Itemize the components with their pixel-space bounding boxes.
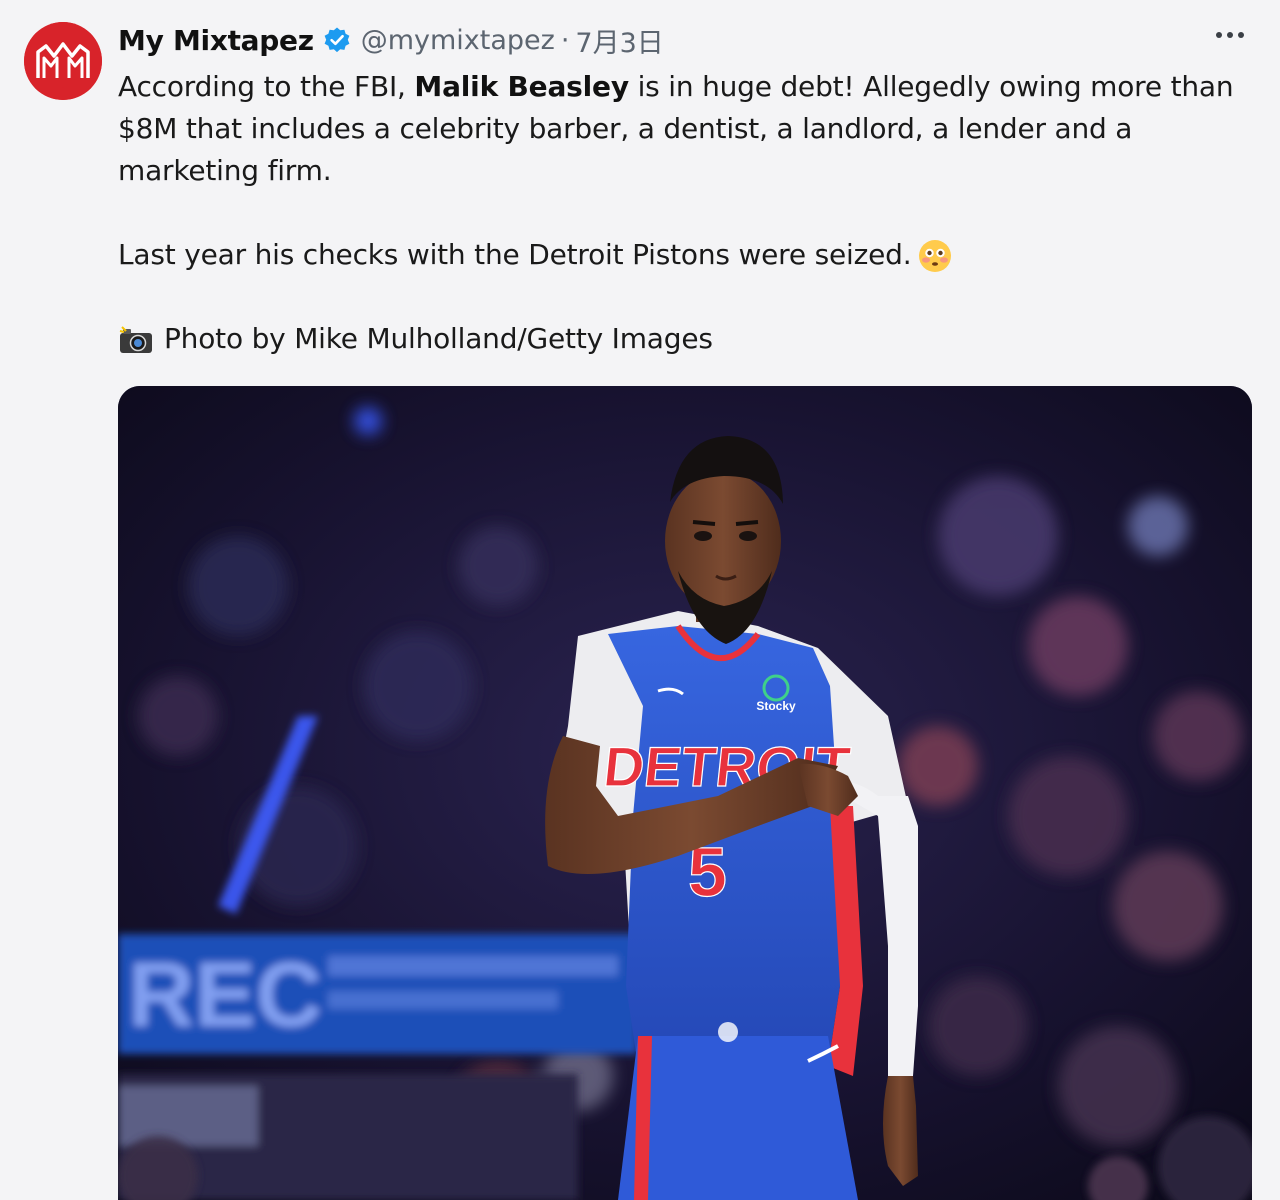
author-avatar[interactable]: MM — [24, 22, 102, 100]
dot — [1227, 32, 1233, 38]
text-segment: Last year his checks with the Detroit Pi… — [118, 238, 912, 271]
jersey-patch-text: Stocky — [756, 699, 796, 713]
flushed-face-emoji — [919, 240, 952, 272]
dot — [1238, 32, 1244, 38]
author-display-name[interactable]: My Mixtapez — [118, 24, 314, 57]
tweet-photo[interactable]: REC Stocky DETROIT 5 — [118, 386, 1252, 1200]
author-handle[interactable]: @mymixtapez — [361, 25, 555, 56]
dot — [1216, 32, 1222, 38]
player-photo-illustration: REC Stocky DETROIT 5 — [118, 386, 1252, 1200]
avatar-text: MM — [62, 87, 64, 89]
tweet-paragraph-2: Last year his checks with the Detroit Pi… — [118, 234, 1248, 276]
photo-credit-text: Photo by Mike Mulholland/Getty Images — [164, 322, 713, 355]
tweet-text: According to the FBI, Malik Beasley is i… — [118, 66, 1248, 360]
verified-badge-icon — [324, 27, 350, 53]
camera-flash-icon — [119, 326, 152, 353]
text-segment: According to the FBI, — [118, 70, 415, 103]
photo-credit: Photo by Mike Mulholland/Getty Images — [118, 318, 1248, 360]
tweet-card: MM My Mixtapez @mymixtapez · 7月3日 Accord… — [0, 0, 1280, 1200]
separator-dot: · — [560, 24, 570, 56]
tweet-paragraph-1: According to the FBI, Malik Beasley is i… — [118, 66, 1248, 192]
banner-text: REC — [128, 944, 322, 1046]
tweet-timestamp[interactable]: 7月3日 — [575, 21, 663, 60]
mentioned-name: Malik Beasley — [414, 70, 629, 103]
more-dots-icon[interactable] — [1216, 32, 1244, 38]
mm-logo-icon: MM — [24, 22, 102, 100]
tweet-header: My Mixtapez @mymixtapez · 7月3日 — [118, 20, 664, 60]
